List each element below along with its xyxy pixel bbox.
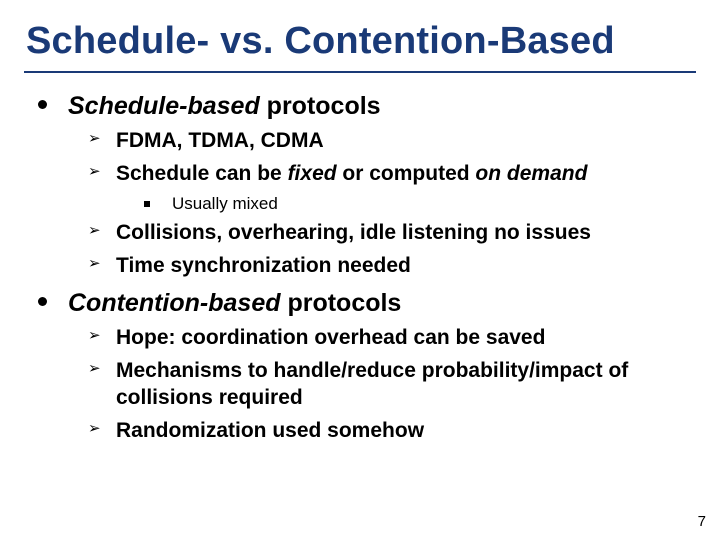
list-item: ➢ Randomization used somehow [68,418,696,445]
text-italic: fixed [288,162,337,185]
list-item: ➢ Hope: coordination overhead can be sav… [68,325,696,352]
heading-italic: Schedule-based [68,92,260,120]
item-text: Collisions, overhearing, idle listening … [116,220,696,247]
item-text: FDMA, TDMA, CDMA [116,128,696,155]
square-bullet-icon [144,201,150,207]
sub-list: ➢ Hope: coordination overhead can be sav… [68,325,696,445]
sub-sub-list: Usually mixed [116,194,696,214]
section-schedule-based: Schedule-based protocols ➢ FDMA, TDMA, C… [24,91,696,280]
chevron-icon: ➢ [88,129,101,147]
list-item: ➢ Time synchronization needed [68,253,696,280]
section-heading: Contention-based protocols [68,288,696,319]
chevron-icon: ➢ [88,162,101,180]
content-list: Schedule-based protocols ➢ FDMA, TDMA, C… [24,91,696,445]
disc-bullet-icon [38,100,47,109]
list-item: ➢ Collisions, overhearing, idle listenin… [68,220,696,247]
title-rule [24,71,696,73]
chevron-icon: ➢ [88,254,101,272]
list-item: ➢ Schedule can be fixed or computed on d… [68,161,696,214]
text-run: or computed [337,162,476,185]
text-run: Schedule can be [116,162,288,185]
item-text: Usually mixed [172,194,696,214]
section-contention-based: Contention-based protocols ➢ Hope: coord… [24,288,696,445]
item-text: Time synchronization needed [116,253,696,280]
section-heading: Schedule-based protocols [68,91,696,122]
slide: Schedule- vs. Contention-Based Schedule-… [0,0,720,540]
sub-list: ➢ FDMA, TDMA, CDMA ➢ Schedule can be fix… [68,128,696,280]
chevron-icon: ➢ [88,221,101,239]
list-item: ➢ FDMA, TDMA, CDMA [68,128,696,155]
item-text: Hope: coordination overhead can be saved [116,325,696,352]
item-text: Randomization used somehow [116,418,696,445]
heading-italic: Contention-based [68,289,281,317]
heading-rest: protocols [260,92,381,120]
chevron-icon: ➢ [88,419,101,437]
page-number: 7 [698,513,706,530]
chevron-icon: ➢ [88,326,101,344]
heading-rest: protocols [281,289,402,317]
list-item: ➢ Mechanisms to handle/reduce probabilit… [68,358,696,412]
text-italic: on demand [475,162,587,185]
item-text: Mechanisms to handle/reduce probability/… [116,358,696,412]
item-text: Schedule can be fixed or computed on dem… [116,161,696,188]
slide-title: Schedule- vs. Contention-Based [26,20,696,63]
list-item: Usually mixed [116,194,696,214]
chevron-icon: ➢ [88,359,101,377]
disc-bullet-icon [38,297,47,306]
